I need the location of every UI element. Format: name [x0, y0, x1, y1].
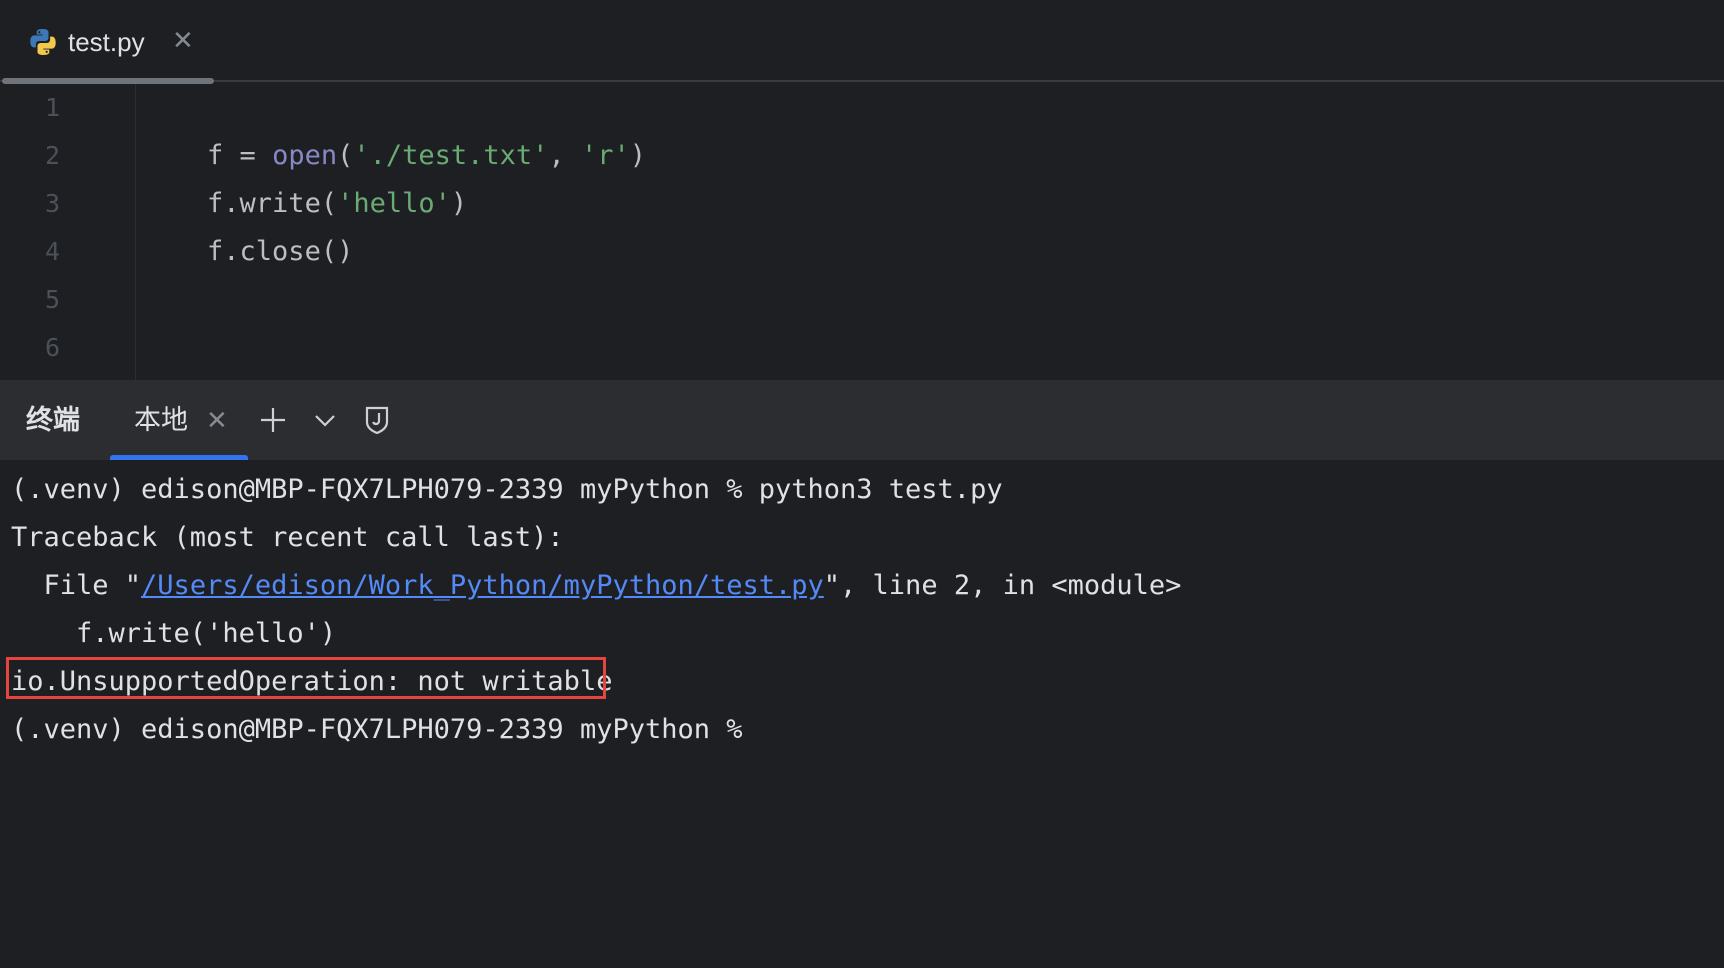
- new-terminal-button[interactable]: [253, 400, 293, 440]
- terminal-tab-local[interactable]: 本地 ✕: [110, 380, 248, 460]
- code-editor[interactable]: 1 2 3 4 5 6 f = open('./test.txt', 'r') …: [0, 84, 1724, 380]
- terminal-line: Traceback (most recent call last):: [11, 522, 564, 553]
- close-icon[interactable]: ✕: [206, 402, 228, 438]
- terminal-toolbar: 终端 本地 ✕: [0, 380, 1724, 460]
- terminal-line: f.write('hello'): [11, 618, 337, 649]
- editor-tab-bar: test.py ✕: [0, 0, 1724, 84]
- line-number: 1: [44, 93, 60, 122]
- plus-icon: [261, 408, 285, 432]
- terminal-text: ", line 2, in <module>: [823, 570, 1182, 601]
- line-number: 6: [44, 333, 60, 362]
- code-token: ): [629, 140, 646, 171]
- terminal-options-dropdown[interactable]: [305, 400, 345, 440]
- editor-tab-filename: test.py: [68, 27, 145, 57]
- terminal-line: (.venv) edison@MBP-FQX7LPH079-2339 myPyt…: [11, 474, 1003, 505]
- editor-tab-test-py[interactable]: test.py ✕: [2, 0, 214, 84]
- terminal-tab-label: 本地: [134, 405, 188, 435]
- python-icon: [30, 29, 56, 55]
- code-token: ): [450, 188, 468, 219]
- line-number: 2: [44, 141, 60, 170]
- terminal-security-button[interactable]: [357, 400, 397, 440]
- code-token: ,: [548, 140, 581, 171]
- line-number: 3: [44, 189, 60, 218]
- shield-icon: [365, 406, 389, 435]
- code-token: 'r': [580, 140, 630, 171]
- terminal-line: File "/Users/edison/Work_Python/myPython…: [11, 562, 1182, 610]
- terminal-output[interactable]: (.venv) edison@MBP-FQX7LPH079-2339 myPyt…: [0, 460, 1724, 968]
- terminal-title: 终端: [26, 405, 80, 435]
- close-icon[interactable]: ✕: [172, 24, 194, 56]
- chevron-down-icon: [315, 415, 335, 427]
- terminal-text: File ": [11, 570, 142, 601]
- code-token: f.close(): [207, 236, 354, 267]
- traceback-file-link[interactable]: /Users/edison/Work_Python/myPython/test.…: [141, 570, 824, 601]
- code-token: 'hello': [337, 188, 451, 219]
- line-number: 5: [44, 285, 60, 314]
- code-line[interactable]: f.close(): [142, 180, 353, 324]
- line-number-gutter: 1 2 3 4 5 6: [0, 84, 136, 380]
- line-number: 4: [44, 237, 60, 266]
- error-highlight-box: [6, 657, 606, 699]
- terminal-prompt[interactable]: (.venv) edison@MBP-FQX7LPH079-2339 myPyt…: [11, 706, 743, 754]
